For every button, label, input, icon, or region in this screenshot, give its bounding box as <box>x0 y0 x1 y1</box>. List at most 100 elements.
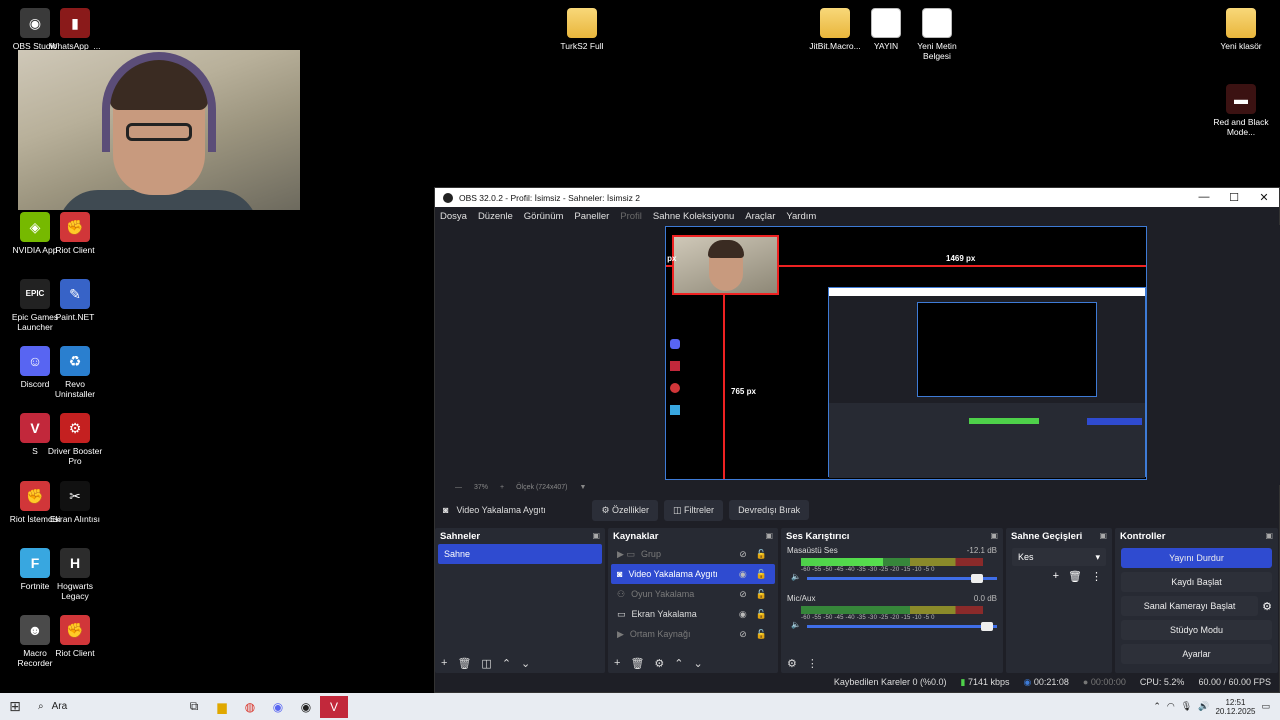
task-view-icon[interactable]: ⧉ <box>180 696 208 718</box>
fps: 60.00 / 60.00 FPS <box>1198 677 1271 687</box>
speaker-icon[interactable]: 🔈 <box>791 572 801 581</box>
obs-titlebar[interactable]: OBS 32.0.2 - Profil: İsimsiz - Sahneler:… <box>435 188 1279 207</box>
volume-icon[interactable]: 🔊 <box>1198 701 1209 712</box>
transition-select[interactable]: Kes ▾ <box>1012 548 1106 566</box>
volume-slider[interactable]: 🔈 <box>791 620 997 631</box>
maximize-icon[interactable]: ☐ <box>1219 191 1249 204</box>
gear-icon[interactable]: ⚙ <box>1262 600 1272 613</box>
trash-icon[interactable]: 🗑 <box>1068 570 1082 583</box>
source-item[interactable]: ▶ Ortam Kaynağı ⊘ 🔓 <box>611 624 775 644</box>
clock[interactable]: 12:51 20.12.2025 <box>1215 698 1255 716</box>
settings-button[interactable]: Ayarlar <box>1121 644 1272 664</box>
scene-item[interactable]: Sahne <box>438 544 602 564</box>
filters-button[interactable]: ◫ Filtreler <box>664 499 724 521</box>
visibility-eye-icon[interactable]: ⊘ <box>739 549 747 560</box>
dock-float-icon[interactable]: ▣ <box>1099 531 1107 541</box>
desktop-icon[interactable]: TurkS2 Full <box>552 8 612 51</box>
desktop-icon[interactable]: Yeni klasör <box>1211 8 1271 51</box>
source-item[interactable]: ▶ ▭ Grup ⊘ 🔓 <box>611 544 775 564</box>
menu-paneller[interactable]: Paneller <box>574 211 609 222</box>
lock-icon[interactable]: 🔓 <box>756 629 767 640</box>
dock-float-icon[interactable]: ▣ <box>765 531 773 541</box>
visibility-eye-icon[interactable]: ◉ <box>739 609 747 620</box>
taskbar-search[interactable]: ⌕ Ara <box>30 693 180 720</box>
chevron-up-icon[interactable]: ⌃ <box>1153 701 1161 712</box>
desktop-icon[interactable]: ▬ Red and Black Mode... <box>1211 84 1271 137</box>
stop-stream-button[interactable]: Yayını Durdur <box>1121 548 1272 568</box>
visibility-eye-icon[interactable]: ◉ <box>739 569 747 580</box>
filter-icon[interactable]: ◫ <box>481 657 491 670</box>
lock-icon[interactable]: 🔓 <box>756 549 767 560</box>
discord-taskbar-icon[interactable]: ◉ <box>264 696 292 718</box>
gear-icon[interactable]: ⚙ <box>787 657 797 670</box>
volume-slider[interactable]: 🔈 <box>791 572 997 583</box>
desktop-icon[interactable]: ✊ Riot Client <box>45 615 105 658</box>
menu-gorunum[interactable]: Görünüm <box>524 211 564 222</box>
chevron-down-icon[interactable]: ⌄ <box>521 657 530 670</box>
desktop-icon[interactable]: ✎ Paint.NET <box>45 279 105 322</box>
menu-araclar[interactable]: Araçlar <box>745 211 775 222</box>
minimize-icon[interactable]: — <box>1189 191 1219 204</box>
add-icon[interactable]: + <box>614 657 620 670</box>
visibility-eye-icon[interactable]: ⊘ <box>739 629 747 640</box>
desktop-icon[interactable]: ✊ Riot Client <box>45 212 105 255</box>
obs-taskbar-icon[interactable]: ◉ <box>292 696 320 718</box>
preview-area[interactable]: 27 px 1469 px 765 px <box>435 225 1280 485</box>
desktop-icon[interactable]: ♻ Revo Uninstaller <box>45 346 105 399</box>
chevron-down-icon[interactable]: ▼ <box>579 484 586 491</box>
preview-canvas[interactable]: 27 px 1469 px 765 px <box>665 226 1147 480</box>
lock-icon[interactable]: 🔓 <box>756 609 767 620</box>
desktop-icon[interactable]: ✂ Ekran Alıntısı <box>45 481 105 524</box>
file-explorer-icon[interactable]: ▆ <box>208 696 236 718</box>
dock-float-icon[interactable]: ▣ <box>1265 531 1273 541</box>
source-item[interactable]: ▭ Ekran Yakalama ◉ 🔓 <box>611 604 775 624</box>
menu-profil[interactable]: Profil <box>620 211 642 222</box>
menu-yardim[interactable]: Yardım <box>786 211 816 222</box>
visibility-eye-icon[interactable]: ⊘ <box>739 589 747 600</box>
notification-icon[interactable]: ▭ <box>1261 701 1270 712</box>
source-item[interactable]: ◙ Video Yakalama Aygıtı ◉ 🔓 <box>611 564 775 584</box>
more-icon[interactable]: ⋮ <box>1091 570 1102 583</box>
add-icon[interactable]: + <box>1053 570 1059 583</box>
trash-icon[interactable]: 🗑 <box>457 657 471 670</box>
slider-handle[interactable] <box>970 574 983 583</box>
desktop-icon-label: Riot Client <box>55 245 95 255</box>
selected-source-box[interactable] <box>672 235 779 295</box>
studio-mode-button[interactable]: Stüdyo Modu <box>1121 620 1272 640</box>
zoom-scale-select[interactable]: Ölçek (724x407) <box>516 484 567 491</box>
lock-icon[interactable]: 🔓 <box>756 589 767 600</box>
slider-handle[interactable] <box>981 622 994 631</box>
chevron-up-icon[interactable]: ⌃ <box>502 657 511 670</box>
add-icon[interactable]: + <box>441 657 447 670</box>
windows-start-icon[interactable]: ⊞ <box>0 698 30 715</box>
deactivate-button[interactable]: Devredışı Bırak <box>729 500 810 520</box>
desktop-icon[interactable]: Yeni Metin Belgesi <box>907 8 967 61</box>
menu-duzenle[interactable]: Düzenle <box>478 211 513 222</box>
menu-dosya[interactable]: Dosya <box>440 211 467 222</box>
app-taskbar-icon[interactable]: V <box>320 695 348 718</box>
chevron-down-icon[interactable]: ⌄ <box>694 657 703 670</box>
zoom-out-button[interactable]: — <box>455 484 462 491</box>
wifi-icon[interactable]: ◠ <box>1167 701 1175 712</box>
trash-icon[interactable]: 🗑 <box>630 657 644 670</box>
more-icon[interactable]: ⋮ <box>807 657 818 670</box>
gear-icon[interactable]: ⚙ <box>654 657 664 670</box>
zoom-percent: 37% <box>474 483 489 491</box>
menu-sahne-koleksiyonu[interactable]: Sahne Koleksiyonu <box>653 211 734 222</box>
desktop-icon[interactable]: ▮ WhatsApp_... <box>45 8 105 51</box>
zoom-in-button[interactable]: + <box>500 484 504 491</box>
source-item[interactable]: ⚇ Oyun Yakalama ⊘ 🔓 <box>611 584 775 604</box>
desktop-icon[interactable]: ⚙ Driver Booster Pro <box>45 413 105 466</box>
start-recording-button[interactable]: Kaydı Başlat <box>1121 572 1272 592</box>
chevron-up-icon[interactable]: ⌃ <box>674 657 683 670</box>
chrome-icon[interactable]: ◍ <box>236 696 264 718</box>
mic-icon[interactable]: 🎙 <box>1181 701 1192 712</box>
desktop-icon[interactable]: H Hogwarts Legacy <box>45 548 105 601</box>
start-virtual-camera-button[interactable]: Sanal Kamerayı Başlat <box>1121 596 1259 616</box>
lock-icon[interactable]: 🔓 <box>756 569 767 580</box>
speaker-icon[interactable]: 🔈 <box>791 620 801 629</box>
dock-float-icon[interactable]: ▣ <box>990 531 998 541</box>
dock-float-icon[interactable]: ▣ <box>592 531 600 541</box>
close-icon[interactable]: ✕ <box>1249 191 1279 204</box>
properties-button[interactable]: ⚙ Özellikler <box>592 499 659 521</box>
